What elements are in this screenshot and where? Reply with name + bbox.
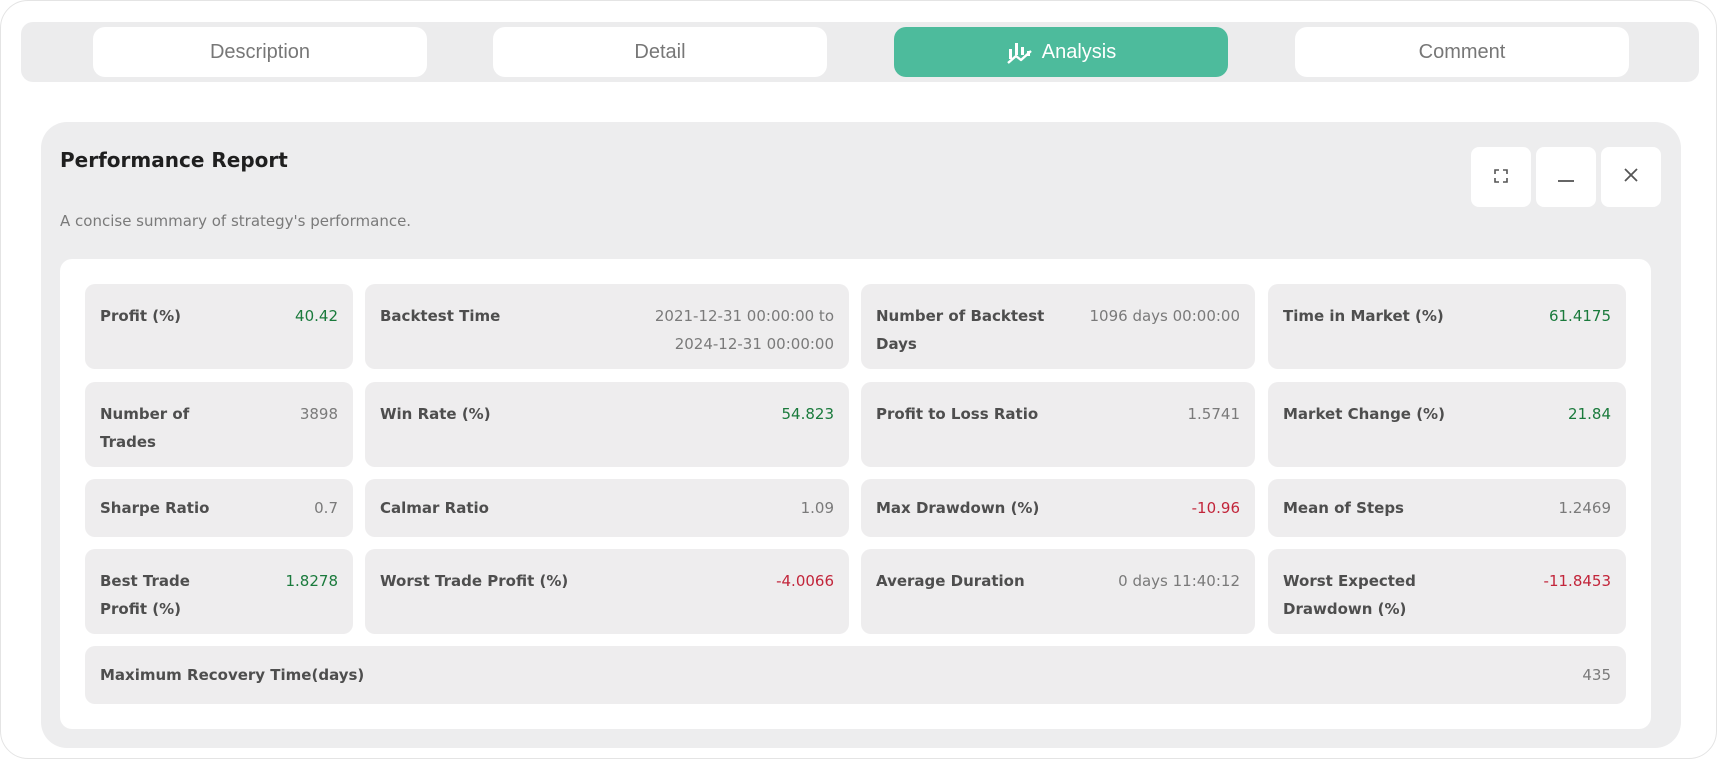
metric-value: 1096 days 00:00:00 <box>1089 307 1240 325</box>
metric-value: 1.09 <box>800 499 834 517</box>
metric-label: Mean of Steps <box>1283 499 1404 517</box>
metric-label: Number of Backtest Days <box>876 307 1045 353</box>
metric-label: Worst Expected Drawdown (%) <box>1283 572 1416 618</box>
metric-label: Backtest Time <box>380 307 501 325</box>
minimize-icon <box>1557 168 1575 187</box>
metric-value: 3898 <box>299 405 338 423</box>
tab-label: Analysis <box>1041 40 1117 63</box>
report-title: Performance Report <box>60 148 288 172</box>
metric-label: Profit (%) <box>100 307 181 325</box>
metric-label: Win Rate (%) <box>380 405 491 423</box>
metric-number-of-trades: Number of Trades 3898 <box>85 382 353 467</box>
metric-label: Average Duration <box>876 572 1025 590</box>
metrics-panel: Profit (%) 40.42 Backtest Time 2021-12-3… <box>60 259 1651 729</box>
metric-value: 40.42 <box>295 307 338 325</box>
metric-profit: Profit (%) 40.42 <box>85 284 353 369</box>
tab-bar: Description Detail Analysis Comment <box>21 22 1699 82</box>
metric-label: Time in Market (%) <box>1283 307 1444 325</box>
metric-market-change: Market Change (%) 21.84 <box>1268 382 1626 467</box>
metric-max-recovery-time: Maximum Recovery Time(days) 435 <box>85 646 1626 704</box>
metric-value: 61.4175 <box>1548 307 1611 325</box>
metric-value: 0.7 <box>314 499 338 517</box>
fullscreen-button[interactable] <box>1471 147 1531 207</box>
tab-description[interactable]: Description <box>93 27 427 77</box>
metric-profit-loss-ratio: Profit to Loss Ratio 1.5741 <box>861 382 1255 467</box>
metric-win-rate: Win Rate (%) 54.823 <box>365 382 849 467</box>
minimize-button[interactable] <box>1536 147 1596 207</box>
metric-label: Maximum Recovery Time(days) <box>100 666 365 684</box>
metric-value: 1.8278 <box>285 572 339 590</box>
close-icon <box>1623 167 1639 187</box>
metric-value: 1.5741 <box>1187 405 1241 423</box>
tab-label: Detail <box>634 40 686 63</box>
tab-analysis[interactable]: Analysis <box>894 27 1228 77</box>
metric-value: 21.84 <box>1568 405 1611 423</box>
metric-label: Profit to Loss Ratio <box>876 405 1039 423</box>
metric-label: Worst Trade Profit (%) <box>380 572 569 590</box>
metric-time-in-market: Time in Market (%) 61.4175 <box>1268 284 1626 369</box>
tab-comment[interactable]: Comment <box>1295 27 1629 77</box>
metric-value: -11.8453 <box>1543 572 1611 590</box>
app-frame: Description Detail Analysis Comment Perf… <box>0 0 1717 759</box>
metric-label: Calmar Ratio <box>380 499 489 517</box>
metric-backtest-days: Number of Backtest Days 1096 days 00:00:… <box>861 284 1255 369</box>
metric-value: 2021-12-31 00:00:00 to 2024-12-31 00:00:… <box>654 307 834 353</box>
metric-value: 54.823 <box>781 405 835 423</box>
metric-label: Market Change (%) <box>1283 405 1445 423</box>
performance-report-card: Performance Report A concise summary of … <box>41 122 1681 748</box>
tab-detail[interactable]: Detail <box>493 27 827 77</box>
report-subtitle: A concise summary of strategy's performa… <box>60 212 412 230</box>
metric-sharpe-ratio: Sharpe Ratio 0.7 <box>85 479 353 537</box>
metric-value: -4.0066 <box>776 572 834 590</box>
close-button[interactable] <box>1601 147 1661 207</box>
metric-value: 0 days 11:40:12 <box>1118 572 1240 590</box>
metric-value: -10.96 <box>1191 499 1240 517</box>
metric-label: Best Trade Profit (%) <box>100 572 190 618</box>
metric-calmar-ratio: Calmar Ratio 1.09 <box>365 479 849 537</box>
fullscreen-icon <box>1494 168 1508 187</box>
metric-label: Max Drawdown (%) <box>876 499 1040 517</box>
tab-label: Description <box>209 40 311 63</box>
metric-max-drawdown: Max Drawdown (%) -10.96 <box>861 479 1255 537</box>
metric-mean-of-steps: Mean of Steps 1.2469 <box>1268 479 1626 537</box>
metric-label: Number of Trades <box>100 405 190 451</box>
metric-average-duration: Average Duration 0 days 11:40:12 <box>861 549 1255 634</box>
analysis-chart-icon <box>1006 39 1034 65</box>
metric-best-trade-profit: Best Trade Profit (%) 1.8278 <box>85 549 353 634</box>
metric-worst-trade-profit: Worst Trade Profit (%) -4.0066 <box>365 549 849 634</box>
metric-backtest-time: Backtest Time 2021-12-31 00:00:00 to 202… <box>365 284 849 369</box>
tab-label: Comment <box>1418 40 1506 63</box>
metric-value: 435 <box>1582 666 1611 684</box>
metric-label: Sharpe Ratio <box>100 499 210 517</box>
metric-worst-expected-drawdown: Worst Expected Drawdown (%) -11.8453 <box>1268 549 1626 634</box>
metric-value: 1.2469 <box>1558 499 1612 517</box>
